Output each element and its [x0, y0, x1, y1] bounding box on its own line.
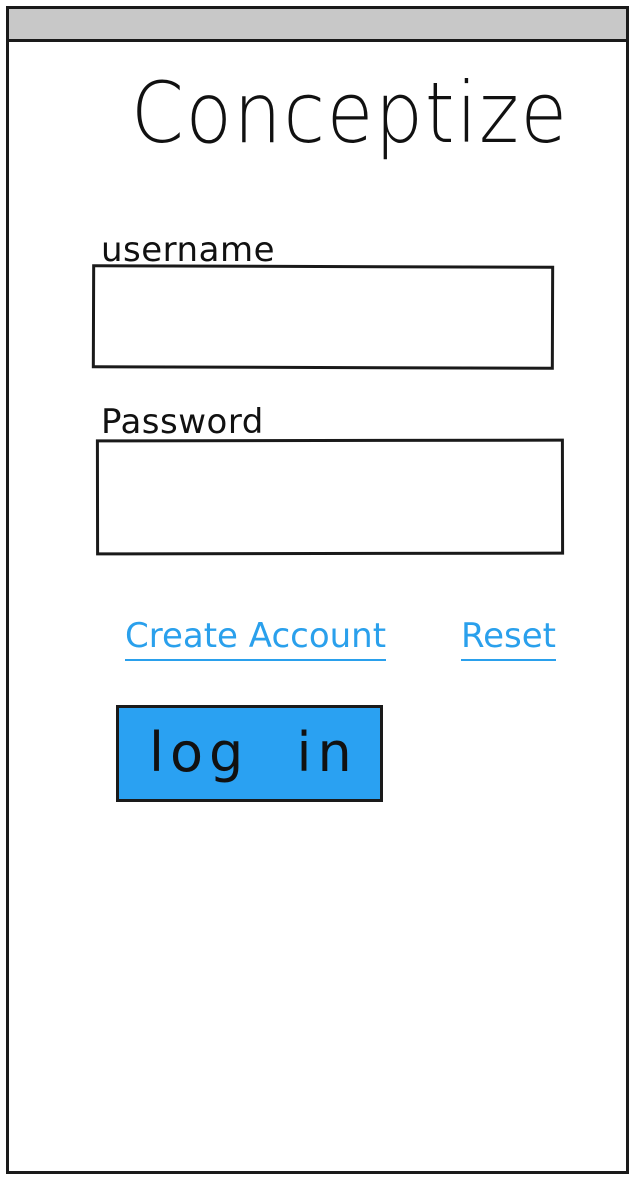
phone-frame: Conceptize username Password Create Acco… — [6, 6, 629, 1174]
username-label: username — [101, 230, 275, 270]
create-account-link[interactable]: Create Account — [125, 619, 387, 661]
app-title: Conceptize — [131, 64, 569, 162]
login-button[interactable]: log in — [116, 705, 383, 802]
login-button-label: log in — [149, 721, 358, 784]
reset-link[interactable]: Reset — [461, 619, 556, 661]
status-bar — [9, 9, 626, 42]
username-input[interactable] — [91, 264, 555, 370]
password-input[interactable] — [95, 438, 565, 556]
password-label: Password — [101, 402, 264, 442]
